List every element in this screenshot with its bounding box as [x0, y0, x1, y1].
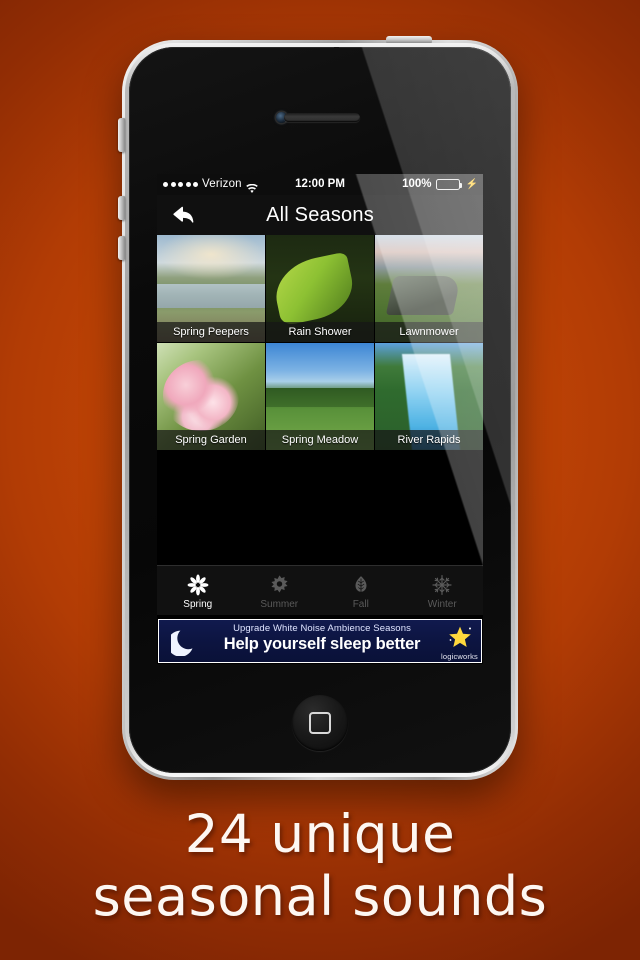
status-bar-right: 100% ⚡: [402, 174, 478, 195]
tab-label: Fall: [352, 598, 369, 610]
sound-tile-label: Rain Shower: [266, 322, 374, 342]
sound-tile-label: Spring Meadow: [266, 430, 374, 450]
promo-caption: 24 unique seasonal sounds: [0, 804, 640, 928]
tab-label: Summer: [260, 598, 299, 610]
power-button[interactable]: [386, 36, 432, 43]
lightning-bolt-icon: ⚡: [465, 179, 478, 190]
season-tab-bar: Spring Summer Fall Winter: [157, 565, 483, 615]
mute-switch[interactable]: [118, 118, 125, 152]
flower-icon: [187, 572, 209, 598]
tab-winter[interactable]: Winter: [402, 566, 484, 615]
battery-icon: [435, 179, 463, 190]
ad-banner[interactable]: Upgrade White Noise Ambience Seasons Hel…: [158, 619, 482, 663]
earpiece-speaker: [284, 113, 360, 122]
sound-grid: Spring Peepers Rain Shower Lawnmower Spr…: [157, 235, 483, 450]
crescent-moon-icon: [167, 626, 201, 657]
star-icon: [447, 625, 473, 649]
sound-tile-spring-peepers[interactable]: Spring Peepers: [157, 235, 265, 342]
sound-tile-spring-meadow[interactable]: Spring Meadow: [266, 343, 374, 450]
ad-subhead: Help yourself sleep better: [223, 635, 421, 653]
sound-tile-label: Spring Peepers: [157, 322, 265, 342]
status-bar: Verizon 12:00 PM 100% ⚡: [157, 174, 483, 195]
tab-label: Winter: [427, 598, 457, 610]
tab-spring[interactable]: Spring: [157, 566, 239, 615]
volume-up-button[interactable]: [118, 196, 125, 220]
promo-screenshot: Verizon 12:00 PM 100% ⚡ All Seasons Spri…: [0, 0, 640, 960]
page-title: All Seasons: [266, 203, 374, 226]
sound-tile-lawnmower[interactable]: Lawnmower: [375, 235, 483, 342]
grid-empty-area: [157, 450, 483, 554]
ad-brand-label: logicworks: [440, 652, 478, 661]
ad-headline: Upgrade White Noise Ambience Seasons: [233, 623, 411, 634]
navigation-bar: All Seasons: [157, 195, 483, 235]
battery-percent-label: 100%: [402, 178, 432, 190]
promo-caption-line-2: seasonal sounds: [92, 865, 548, 928]
sound-tile-label: Lawnmower: [375, 322, 483, 342]
tab-fall[interactable]: Fall: [320, 566, 402, 615]
sound-tile-spring-garden[interactable]: Spring Garden: [157, 343, 265, 450]
promo-caption-line-1: 24 unique: [184, 804, 456, 865]
tab-summer[interactable]: Summer: [239, 566, 321, 615]
sound-tile-rain-shower[interactable]: Rain Shower: [266, 235, 374, 342]
phone-body: Verizon 12:00 PM 100% ⚡ All Seasons Spri…: [129, 47, 511, 773]
proximity-sensor: [334, 47, 339, 49]
phone-screen: Verizon 12:00 PM 100% ⚡ All Seasons Spri…: [157, 174, 483, 664]
sound-tile-label: Spring Garden: [157, 430, 265, 450]
ad-copy: Upgrade White Noise Ambience Seasons Hel…: [209, 623, 435, 654]
phone-device: Verizon 12:00 PM 100% ⚡ All Seasons Spri…: [118, 36, 518, 780]
home-square-icon: [309, 712, 331, 734]
leaf-icon: [351, 572, 371, 598]
sound-tile-label: River Rapids: [375, 430, 483, 450]
snowflake-icon: [431, 572, 453, 598]
tab-label: Spring: [183, 598, 213, 610]
volume-down-button[interactable]: [118, 236, 125, 260]
back-arrow-icon[interactable]: [169, 202, 199, 228]
home-button[interactable]: [292, 695, 348, 751]
sound-tile-river-rapids[interactable]: River Rapids: [375, 343, 483, 450]
sun-icon: [269, 572, 290, 598]
